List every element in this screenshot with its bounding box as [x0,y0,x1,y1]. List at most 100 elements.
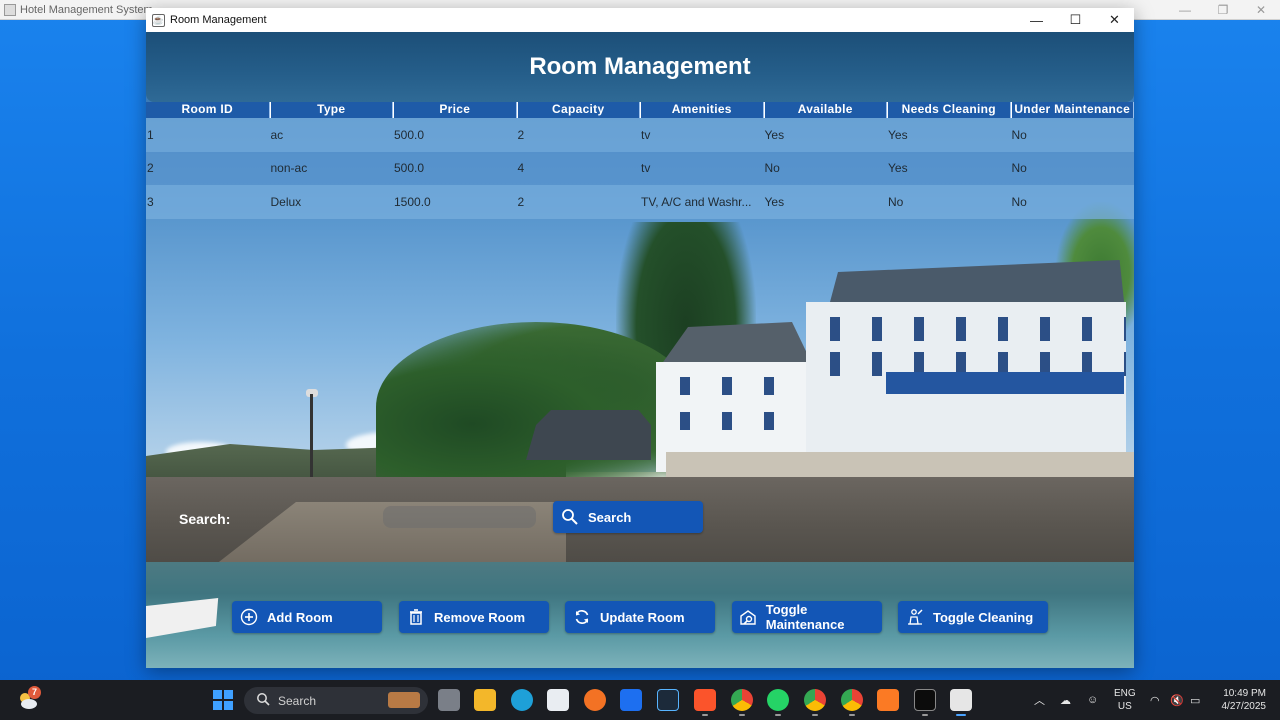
cell-amenities[interactable]: tv [640,161,764,175]
chrome-icon[interactable] [804,689,826,711]
cell-under-maintenance[interactable]: No [1011,128,1135,142]
table-row[interactable]: 1 ac 500.0 2 tv Yes Yes No [146,118,1134,152]
region-label: US [1117,701,1132,712]
file-explorer-icon[interactable] [474,689,496,711]
search-button[interactable]: Search [553,501,703,533]
running-indicator [849,714,855,716]
update-room-button[interactable]: Update Room [565,601,715,633]
running-indicator [922,714,928,716]
search-button-label: Search [588,509,632,525]
close-button[interactable]: ✕ [1095,8,1134,32]
parent-minimize-button[interactable]: — [1166,3,1204,17]
refresh-icon [572,607,592,627]
search-icon [560,507,580,527]
column-header-type[interactable]: Type [269,102,393,118]
speaker-muted-icon[interactable]: 🔇 [1170,680,1184,720]
cell-needs-cleaning[interactable]: Yes [887,128,1011,142]
cell-capacity[interactable]: 2 [517,195,641,209]
cell-available[interactable]: Yes [764,128,888,142]
java-icon: ☕ [152,13,165,27]
column-header-available[interactable]: Available [763,102,887,118]
tray-chevron-icon[interactable]: ︿ [1034,680,1045,720]
remove-room-button[interactable]: Remove Room [399,601,549,633]
cell-room-id[interactable]: 2 [146,161,270,175]
cell-under-maintenance[interactable]: No [1011,195,1135,209]
cell-price[interactable]: 500.0 [393,128,517,142]
table-row[interactable]: 3 Delux 1500.0 2 TV, A/C and Washr... Ye… [146,185,1134,219]
cell-needs-cleaning[interactable]: No [887,195,1011,209]
app-icon[interactable] [657,689,679,711]
toggle-cleaning-label: Toggle Cleaning [933,609,1034,625]
language-indicator[interactable]: ENG US [1114,687,1136,713]
rooms-table: Room ID Type Price Capacity Amenities Av… [146,102,1134,219]
date: 4/27/2025 [1221,701,1267,712]
clock[interactable]: 10:49 PM 4/27/2025 [1214,687,1267,713]
wifi-icon[interactable]: ◠ [1150,680,1160,720]
cell-room-id[interactable]: 1 [146,128,270,142]
maximize-button[interactable]: ☐ [1056,8,1095,32]
cell-type[interactable]: non-ac [270,161,394,175]
whatsapp-icon[interactable] [767,689,789,711]
terminal-icon[interactable] [914,689,936,711]
onedrive-icon[interactable]: ☁ [1060,680,1071,720]
cell-capacity[interactable]: 4 [517,161,641,175]
column-header-amenities[interactable]: Amenities [640,102,764,118]
minimize-button[interactable]: — [1017,8,1056,32]
cell-price[interactable]: 500.0 [393,161,517,175]
cell-room-id[interactable]: 3 [146,195,270,209]
store-icon[interactable] [547,689,569,711]
xampp-icon[interactable] [877,689,899,711]
toggle-maintenance-button[interactable]: Toggle Maintenance [732,601,882,633]
cell-capacity[interactable]: 2 [517,128,641,142]
table-body: 1 ac 500.0 2 tv Yes Yes No 2 non-ac 500.… [146,118,1134,219]
search-label: Search: [179,511,231,527]
dropbox-icon[interactable] [620,689,642,711]
brave-icon[interactable] [694,689,716,711]
java-icon[interactable] [950,689,972,711]
cell-type[interactable]: ac [270,128,394,142]
table-header: Room ID Type Price Capacity Amenities Av… [146,102,1134,118]
emoji-icon[interactable]: ☺ [1087,680,1098,720]
column-header-room-id[interactable]: Room ID [146,102,270,118]
cell-amenities[interactable]: TV, A/C and Washr... [640,195,764,209]
search-icon [256,692,270,709]
maintenance-icon [739,607,758,627]
firefox-icon[interactable] [584,689,606,711]
column-header-needs-cleaning[interactable]: Needs Cleaning [887,102,1011,118]
cell-available[interactable]: Yes [764,195,888,209]
plus-circle-icon [239,607,259,627]
battery-icon[interactable]: ▭ [1190,680,1200,720]
start-button[interactable] [213,690,233,710]
taskbar-search-placeholder: Search [278,693,317,708]
java-app-icon [4,3,16,16]
column-header-capacity[interactable]: Capacity [516,102,640,118]
active-indicator [956,714,966,716]
chrome-icon[interactable] [841,689,863,711]
running-indicator [702,714,708,716]
search-highlight-image [388,692,420,708]
page-title: Room Management [529,53,751,80]
add-room-button[interactable]: Add Room [232,601,382,633]
cell-available[interactable]: No [764,161,888,175]
remove-room-label: Remove Room [434,609,526,625]
cell-amenities[interactable]: tv [640,128,764,142]
cell-under-maintenance[interactable]: No [1011,161,1135,175]
chrome-icon[interactable] [731,689,753,711]
toggle-maintenance-label: Toggle Maintenance [765,602,845,632]
toggle-cleaning-button[interactable]: Toggle Cleaning [898,601,1048,633]
column-header-under-maintenance[interactable]: Under Maintenance [1010,102,1134,118]
cleaning-icon [905,607,925,627]
table-row[interactable]: 2 non-ac 500.0 4 tv No Yes No [146,151,1135,185]
parent-maximize-button[interactable]: ❐ [1204,3,1242,17]
cell-price[interactable]: 1500.0 [393,195,517,209]
cell-needs-cleaning[interactable]: Yes [887,161,1011,175]
running-indicator [739,714,745,716]
edge-icon[interactable] [511,689,533,711]
cell-type[interactable]: Delux [270,195,394,209]
search-input[interactable] [383,506,536,528]
task-view-icon[interactable] [438,689,460,711]
language-label: ENG [1114,688,1136,699]
column-header-price[interactable]: Price [393,102,517,118]
parent-close-button[interactable]: ✕ [1242,3,1280,17]
taskbar-search[interactable]: Search [244,687,428,714]
